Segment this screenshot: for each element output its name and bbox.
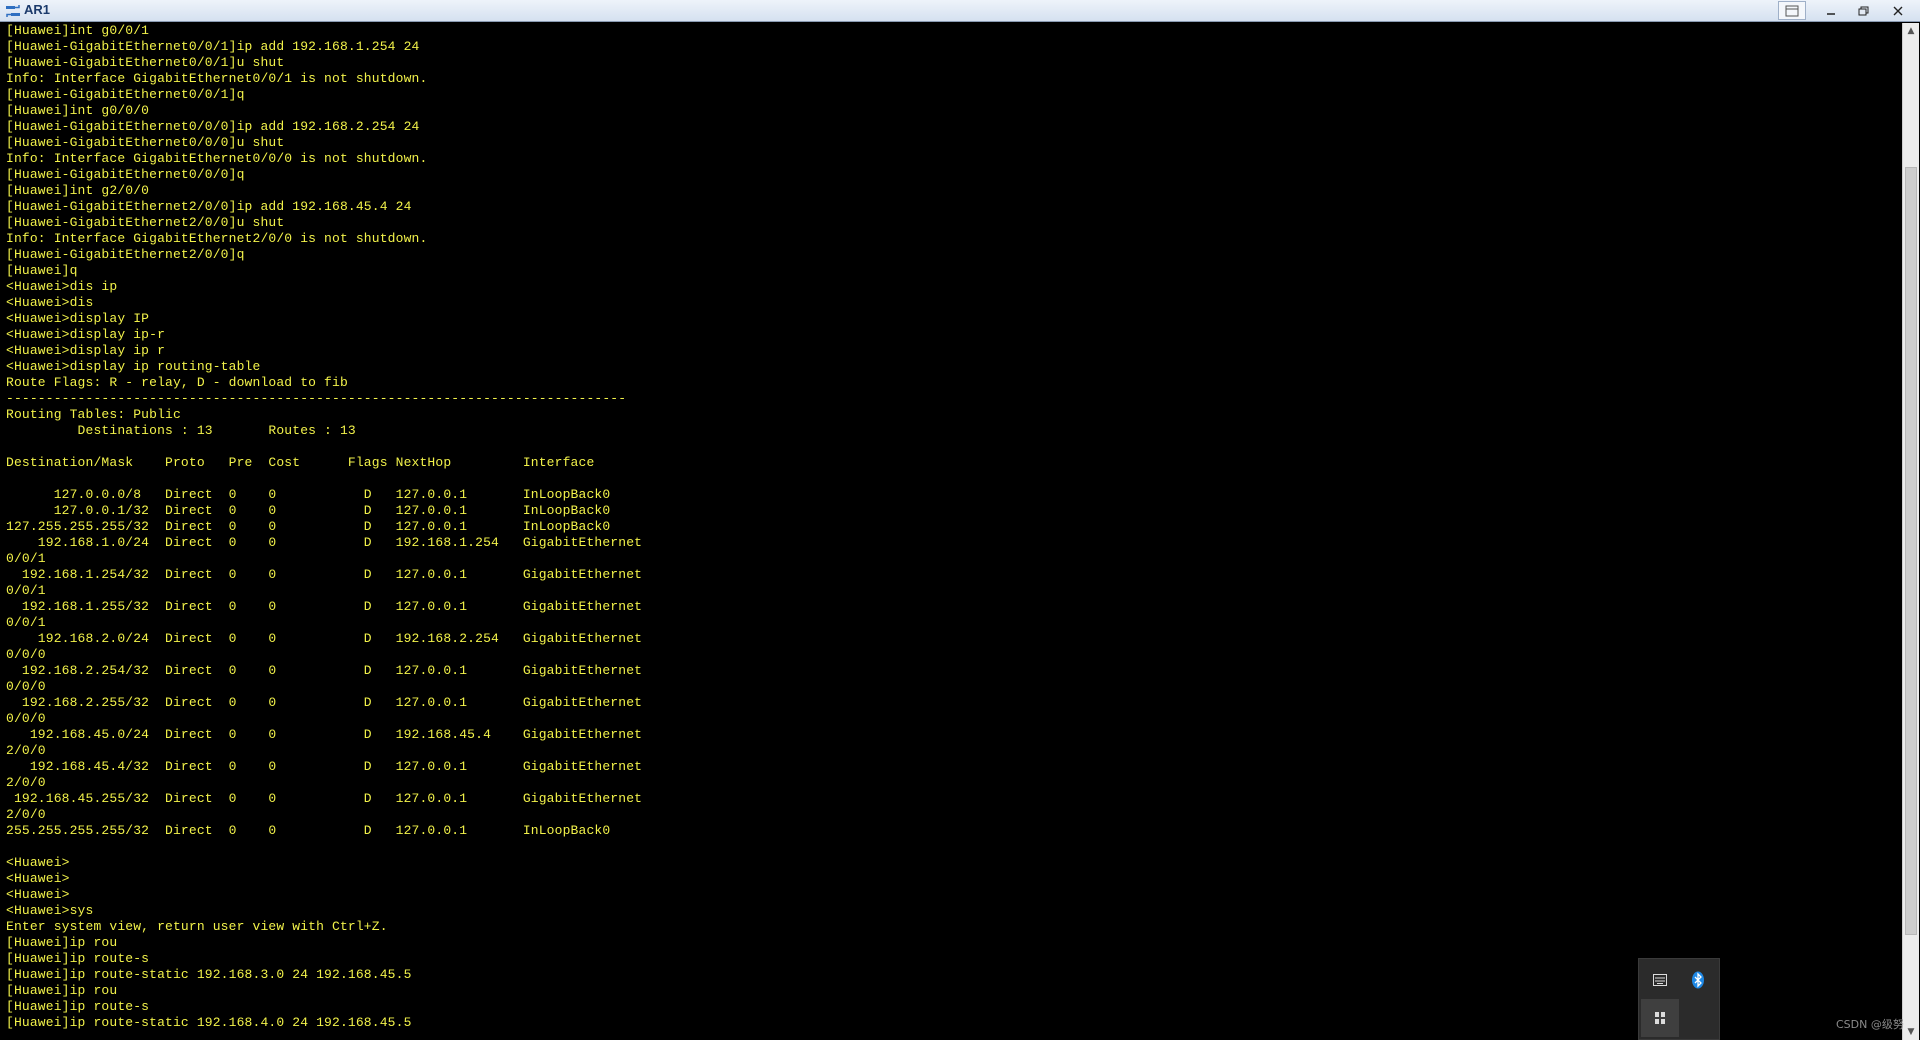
terminal-line: [Huawei]ip route-static 192.168.3.0 24 1… bbox=[6, 967, 412, 982]
terminal-line: ----------------------------------------… bbox=[6, 391, 627, 406]
terminal-line: [Huawei-GigabitEthernet0/0/1]q bbox=[6, 87, 245, 102]
terminal-line: 192.168.1.254/32 Direct 0 0 D 127.0.0.1 … bbox=[6, 567, 643, 582]
terminal-line: <Huawei>sys bbox=[6, 903, 94, 918]
close-button[interactable] bbox=[1880, 1, 1916, 20]
terminal-line: Enter system view, return user view with… bbox=[6, 919, 388, 934]
terminal-line: [Huawei-GigabitEthernet2/0/0]ip add 192.… bbox=[6, 199, 412, 214]
terminal-line: Destination/Mask Proto Pre Cost Flags Ne… bbox=[6, 455, 595, 470]
maximize-icon bbox=[1858, 6, 1868, 15]
terminal-line: [Huawei]ip rou bbox=[6, 983, 118, 998]
terminal-line: 0/0/0 bbox=[6, 647, 46, 662]
terminal-line: 0/0/0 bbox=[6, 679, 46, 694]
router-app-icon bbox=[6, 5, 20, 17]
terminal-line: [Huawei]int g2/0/0 bbox=[6, 183, 150, 198]
scroll-up-arrow-icon[interactable]: ▲ bbox=[1903, 23, 1919, 39]
terminal-line: 192.168.45.255/32 Direct 0 0 D 127.0.0.1… bbox=[6, 791, 643, 806]
terminal-line: 0/0/0 bbox=[6, 711, 46, 726]
terminal-line: 192.168.2.0/24 Direct 0 0 D 192.168.2.25… bbox=[6, 631, 643, 646]
bluetooth-icon bbox=[1692, 971, 1704, 989]
maximize-button[interactable] bbox=[1848, 1, 1878, 20]
terminal-line: <Huawei> bbox=[6, 855, 70, 870]
terminal-line: 255.255.255.255/32 Direct 0 0 D 127.0.0.… bbox=[6, 823, 611, 838]
terminal-line: [Huawei-GigabitEthernet0/0/0]u shut bbox=[6, 135, 285, 150]
terminal-line: Info: Interface GigabitEthernet0/0/0 is … bbox=[6, 151, 428, 166]
terminal-line: 0/0/1 bbox=[6, 615, 46, 630]
terminal-line: <Huawei>display ip-r bbox=[6, 327, 166, 342]
terminal-output: [Huawei]int g0/0/1 [Huawei-GigabitEtherne… bbox=[6, 23, 642, 1031]
terminal-line: <Huawei>dis ip bbox=[6, 279, 118, 294]
terminal-line: 127.0.0.1/32 Direct 0 0 D 127.0.0.1 InLo… bbox=[6, 503, 611, 518]
terminal-line: [Huawei]ip route-s bbox=[6, 951, 150, 966]
terminal-line: <Huawei>display IP bbox=[6, 311, 150, 326]
terminal-line: Destinations : 13 Routes : 13 bbox=[6, 423, 356, 438]
scroll-thumb[interactable] bbox=[1905, 167, 1917, 936]
terminal-line: <Huawei>display ip routing-table bbox=[6, 359, 261, 374]
terminal-line: Routing Tables: Public bbox=[6, 407, 181, 422]
terminal-line: Info: Interface GigabitEthernet2/0/0 is … bbox=[6, 231, 428, 246]
terminal-line: [Huawei-GigabitEthernet0/0/1]u shut bbox=[6, 55, 285, 70]
window-title: AR1 bbox=[24, 2, 51, 17]
minimize-button[interactable] bbox=[1816, 1, 1846, 20]
terminal-line: 192.168.45.4/32 Direct 0 0 D 127.0.0.1 G… bbox=[6, 759, 643, 774]
terminal-line: 127.0.0.0/8 Direct 0 0 D 127.0.0.1 InLoo… bbox=[6, 487, 611, 502]
terminal-line: [Huawei-GigabitEthernet2/0/0]q bbox=[6, 247, 245, 262]
terminal-line: [Huawei-GigabitEthernet2/0/0]u shut bbox=[6, 215, 285, 230]
terminal-line: 2/0/0 bbox=[6, 743, 46, 758]
terminal-line: 0/0/1 bbox=[6, 583, 46, 598]
close-icon bbox=[1893, 6, 1903, 15]
vertical-scrollbar[interactable]: ▲ ▼ bbox=[1902, 23, 1919, 1040]
pin-icon bbox=[1655, 1012, 1665, 1024]
restore-extra-button[interactable] bbox=[1778, 1, 1806, 20]
terminal-line: [Huawei-GigabitEthernet0/0/0]ip add 192.… bbox=[6, 119, 420, 134]
keyboard-tray-button[interactable] bbox=[1641, 961, 1679, 999]
terminal-line: 192.168.2.255/32 Direct 0 0 D 127.0.0.1 … bbox=[6, 695, 643, 710]
pin-tray-button[interactable] bbox=[1641, 999, 1679, 1037]
terminal-line: Info: Interface GigabitEthernet0/0/1 is … bbox=[6, 71, 428, 86]
terminal-console[interactable]: [Huawei]int g0/0/1 [Huawei-GigabitEtherne… bbox=[4, 23, 1900, 1040]
terminal-line: [Huawei-GigabitEthernet0/0/1]ip add 192.… bbox=[6, 39, 420, 54]
terminal-line: [Huawei]int g0/0/1 bbox=[6, 23, 150, 38]
terminal-line: <Huawei> bbox=[6, 871, 70, 886]
terminal-line: 2/0/0 bbox=[6, 807, 46, 822]
terminal-line: Route Flags: R - relay, D - download to … bbox=[6, 375, 348, 390]
window-titlebar[interactable]: AR1 bbox=[0, 0, 1920, 22]
minimize-icon bbox=[1827, 12, 1835, 15]
terminal-line: [Huawei]ip rou bbox=[6, 935, 118, 950]
terminal-line: [Huawei]q bbox=[6, 263, 78, 278]
scroll-down-arrow-icon[interactable]: ▼ bbox=[1903, 1024, 1919, 1040]
terminal-line: 192.168.1.0/24 Direct 0 0 D 192.168.1.25… bbox=[6, 535, 643, 550]
keyboard-icon bbox=[1653, 974, 1667, 986]
watermark-text: CSDN @级努 bbox=[1836, 1018, 1904, 1031]
terminal-line: 192.168.2.254/32 Direct 0 0 D 127.0.0.1 … bbox=[6, 663, 643, 678]
terminal-line: [Huawei]int g0/0/0 bbox=[6, 103, 150, 118]
system-tray-popup bbox=[1638, 958, 1720, 1040]
terminal-line: 127.255.255.255/32 Direct 0 0 D 127.0.0.… bbox=[6, 519, 611, 534]
restore-extra-icon bbox=[1785, 5, 1799, 16]
terminal-line: 2/0/0 bbox=[6, 775, 46, 790]
terminal-line: <Huawei> bbox=[6, 887, 70, 902]
terminal-line: [Huawei]ip route-static 192.168.4.0 24 1… bbox=[6, 1015, 412, 1030]
terminal-line: <Huawei>dis bbox=[6, 295, 94, 310]
bluetooth-tray-button[interactable] bbox=[1679, 961, 1717, 999]
terminal-line: 0/0/1 bbox=[6, 551, 46, 566]
terminal-line: [Huawei-GigabitEthernet0/0/0]q bbox=[6, 167, 245, 182]
terminal-line: 192.168.1.255/32 Direct 0 0 D 127.0.0.1 … bbox=[6, 599, 643, 614]
terminal-line: <Huawei>display ip r bbox=[6, 343, 166, 358]
terminal-line: 192.168.45.0/24 Direct 0 0 D 192.168.45.… bbox=[6, 727, 643, 742]
terminal-line: [Huawei]ip route-s bbox=[6, 999, 150, 1014]
